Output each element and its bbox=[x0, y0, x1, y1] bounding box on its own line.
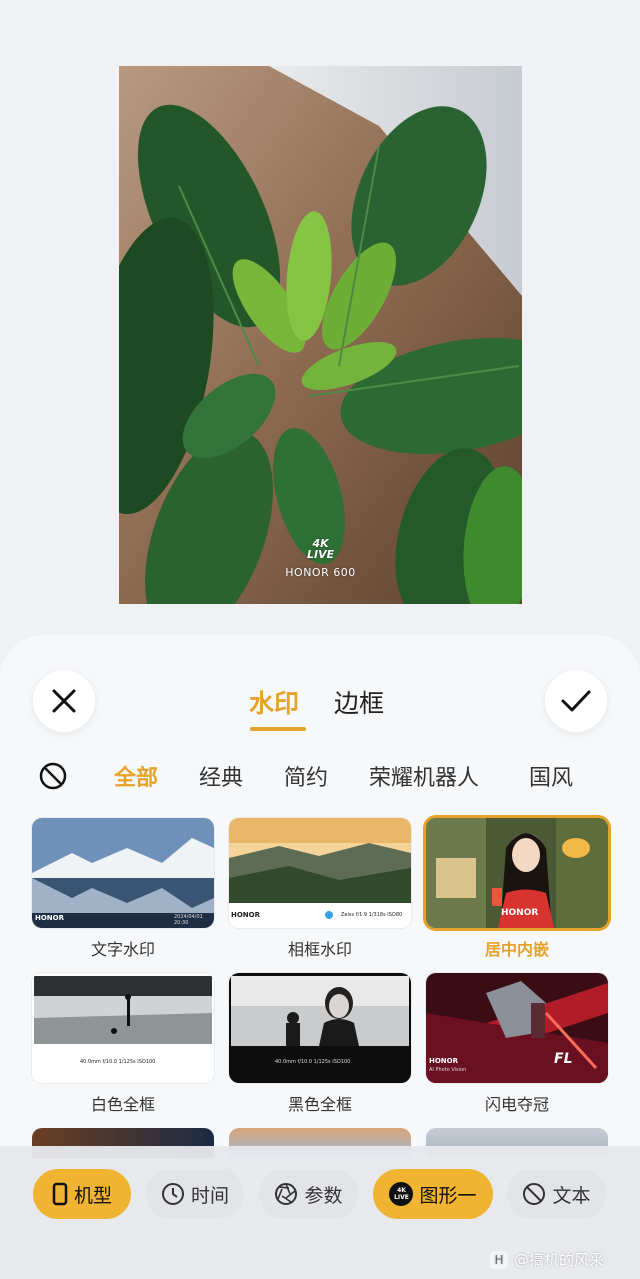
template-text-watermark[interactable]: HONOR 2024/04/01 20:30 bbox=[32, 818, 214, 928]
chip-label: 机型 bbox=[73, 1184, 112, 1207]
chip-time[interactable]: 时间 bbox=[146, 1169, 244, 1219]
template-thumbnail bbox=[32, 818, 214, 928]
template-label: 黑色全框 bbox=[287, 1095, 352, 1114]
source-watermark-text: @搞机的风采 bbox=[514, 1251, 605, 1269]
strip-meta: AI Photo Vision bbox=[429, 1067, 467, 1073]
category-simple[interactable]: 简约 bbox=[284, 760, 328, 792]
chip-text[interactable]: 文本 bbox=[507, 1169, 606, 1219]
chip-model[interactable]: 机型 bbox=[33, 1169, 131, 1219]
strip-art-text: FL bbox=[554, 1051, 573, 1067]
strip-brand: HONOR bbox=[231, 911, 261, 919]
tab-frame[interactable]: 边框 bbox=[334, 684, 384, 720]
strip-meta: 40.0mm f/10.0 1/125s ISO100 bbox=[275, 1059, 351, 1065]
chip-label: 参数 bbox=[304, 1184, 343, 1207]
clock-icon bbox=[161, 1183, 184, 1205]
active-tab-underline bbox=[250, 727, 306, 731]
chip-label: 时间 bbox=[190, 1184, 229, 1207]
brand-box-icon: H bbox=[490, 1250, 508, 1269]
template-center-inset[interactable]: HONOR bbox=[426, 818, 608, 928]
template-frame-watermark[interactable]: HONOR Zeiss f/1.9 1/318s ISO80 bbox=[229, 818, 411, 928]
template-label: 文字水印 bbox=[90, 940, 155, 959]
strip-brand: HONOR bbox=[501, 908, 539, 918]
template-label: 居中内嵌 bbox=[484, 940, 549, 959]
template-white-full-frame[interactable]: 40.0mm f/10.0 1/125s ISO100 bbox=[32, 973, 214, 1083]
template-label: 闪电夺冠 bbox=[484, 1095, 549, 1114]
no-text-icon bbox=[523, 1183, 546, 1205]
strip-brand: HONOR bbox=[35, 914, 65, 922]
chip-graphic-one[interactable]: 4K LIVE 图形一 bbox=[373, 1169, 493, 1219]
template-thumbnail bbox=[229, 973, 411, 1083]
category-guofeng[interactable]: 国风 bbox=[529, 760, 573, 792]
template-label: 相框水印 bbox=[287, 940, 352, 959]
strip-brand: HONOR bbox=[429, 1057, 459, 1065]
template-thumbnail bbox=[32, 973, 214, 1083]
category-honor-robot[interactable]: 荣耀机器人 bbox=[369, 760, 479, 792]
category-classic[interactable]: 经典 bbox=[199, 760, 243, 792]
watermark-brand: HONOR 600 bbox=[285, 566, 356, 579]
photo-preview: 4K LIVE HONOR 600 bbox=[119, 66, 522, 604]
strip-meta: 2024/04/01 20:30 bbox=[174, 914, 203, 926]
category-all[interactable]: 全部 bbox=[114, 760, 158, 792]
mode-tabs: 水印 边框 bbox=[0, 684, 640, 734]
chip-label: 图形一 bbox=[419, 1184, 477, 1207]
aperture-icon bbox=[275, 1183, 298, 1205]
phone-icon bbox=[52, 1182, 68, 1206]
template-lightning-champion[interactable]: FL HONOR AI Photo Vision bbox=[426, 973, 608, 1083]
tab-watermark[interactable]: 水印 bbox=[249, 684, 299, 720]
source-watermark: H @搞机的风采 bbox=[490, 1249, 604, 1270]
category-bar: 全部 经典 简约 荣耀机器人 国风 bbox=[0, 760, 640, 794]
chip-label: 文本 bbox=[552, 1184, 591, 1207]
template-label: 白色全框 bbox=[90, 1095, 155, 1114]
4k-live-badge: 4K LIVE bbox=[307, 537, 335, 561]
template-black-full-frame[interactable]: 40.0mm f/10.0 1/125s ISO100 bbox=[229, 973, 411, 1083]
strip-meta: Zeiss f/1.9 1/318s ISO80 bbox=[341, 912, 403, 918]
strip-meta: 40.0mm f/10.0 1/125s ISO100 bbox=[80, 1059, 156, 1065]
chip-params[interactable]: 参数 bbox=[259, 1169, 358, 1219]
4k-live-icon: 4K LIVE bbox=[389, 1182, 414, 1206]
plant-photo bbox=[119, 66, 522, 604]
